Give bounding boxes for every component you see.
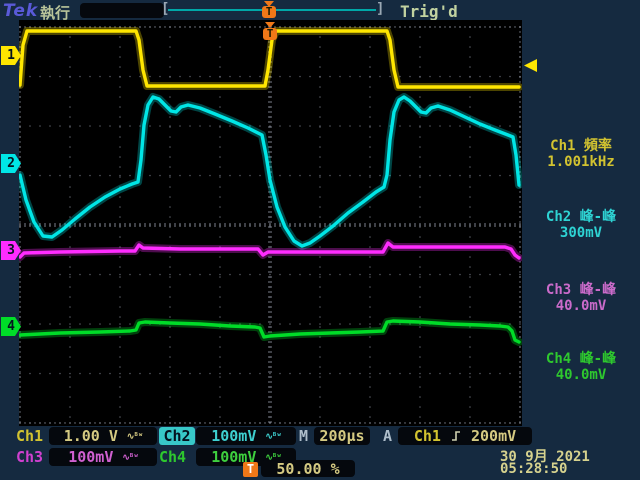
ch4-label: Ch4	[159, 448, 187, 466]
timebase-readout: 200µs	[314, 427, 370, 445]
ch2-coupling-bw-icons: ∿ᴮʷ	[265, 432, 281, 442]
ch1-label: Ch1	[16, 427, 44, 445]
measurement-value: 1.001kHz	[547, 154, 615, 170]
ch1-scale-value: 1.00 V	[63, 427, 118, 445]
measurement-label: Ch4 峰-峰	[545, 351, 617, 367]
ch2-ground-marker: 2	[1, 154, 21, 173]
timebase-label: M	[299, 427, 309, 445]
ch2-scale-value: 100mV	[211, 427, 257, 445]
measurement-label: Ch3 峰-峰	[545, 282, 617, 298]
trigger-t-icon: T	[243, 462, 258, 477]
waveform-plot	[19, 26, 522, 424]
ch1-coupling-bw-icons: ∿ᴮʷ	[126, 432, 143, 442]
rising-edge-icon	[451, 431, 460, 441]
measurement-4: Ch4 峰-峰 40.0mV	[522, 351, 640, 383]
measurement-value: 40.0mV	[555, 367, 607, 383]
ch3-scale-value: 100mV	[68, 448, 114, 466]
trigger-state-label: Trig'd	[400, 2, 458, 21]
ch3-label: Ch3	[16, 448, 44, 466]
trigger-level-arrow	[524, 59, 537, 72]
ch2-label-selected: Ch2	[159, 427, 195, 445]
trigger-position-percent: 50.00 %	[261, 460, 355, 478]
trigger-source-a-label: A	[383, 427, 393, 445]
measurement-value: 40.0mV	[555, 298, 607, 314]
trigger-source: Ch1	[413, 427, 441, 445]
measurement-label: Ch1 頻率	[550, 138, 612, 154]
measurement-2: Ch2 峰-峰 300mV	[522, 209, 640, 241]
ch4-ground-marker: 4	[1, 317, 21, 336]
measurement-3: Ch3 峰-峰 40.0mV	[522, 282, 640, 314]
status-box	[80, 3, 164, 18]
record-bracket-right: ]	[376, 1, 385, 17]
ch1-ground-marker: 1	[1, 46, 21, 65]
trigger-readout: Ch1 200mV	[398, 427, 532, 445]
tek-logo: Tek	[3, 1, 39, 21]
measurement-value: 300mV	[559, 225, 603, 241]
time-label: 05:28:50	[500, 461, 568, 477]
oscilloscope-screen: Tek 執行 [ ] T Trig'd T 1234 Ch1 頻率 1.001kH…	[0, 0, 640, 480]
trigger-level: 200mV	[471, 427, 517, 445]
ch3-scale-readout: 100mV ∿ᴮʷ	[49, 448, 157, 466]
ch3-coupling-bw-icons: ∿ᴮʷ	[122, 453, 138, 463]
ch2-scale-readout: 100mV ∿ᴮʷ	[196, 427, 296, 445]
waveform-display: T	[19, 20, 537, 426]
measurement-label: Ch2 峰-峰	[545, 209, 617, 225]
measurement-1: Ch1 頻率 1.001kHz	[522, 138, 640, 170]
trigger-position-marker-icon: T	[263, 28, 277, 40]
trigger-position-flag-icon: T	[262, 6, 276, 18]
ch3-ground-marker: 3	[1, 241, 21, 260]
ch1-scale-readout: 1.00 V ∿ᴮʷ	[49, 427, 157, 445]
